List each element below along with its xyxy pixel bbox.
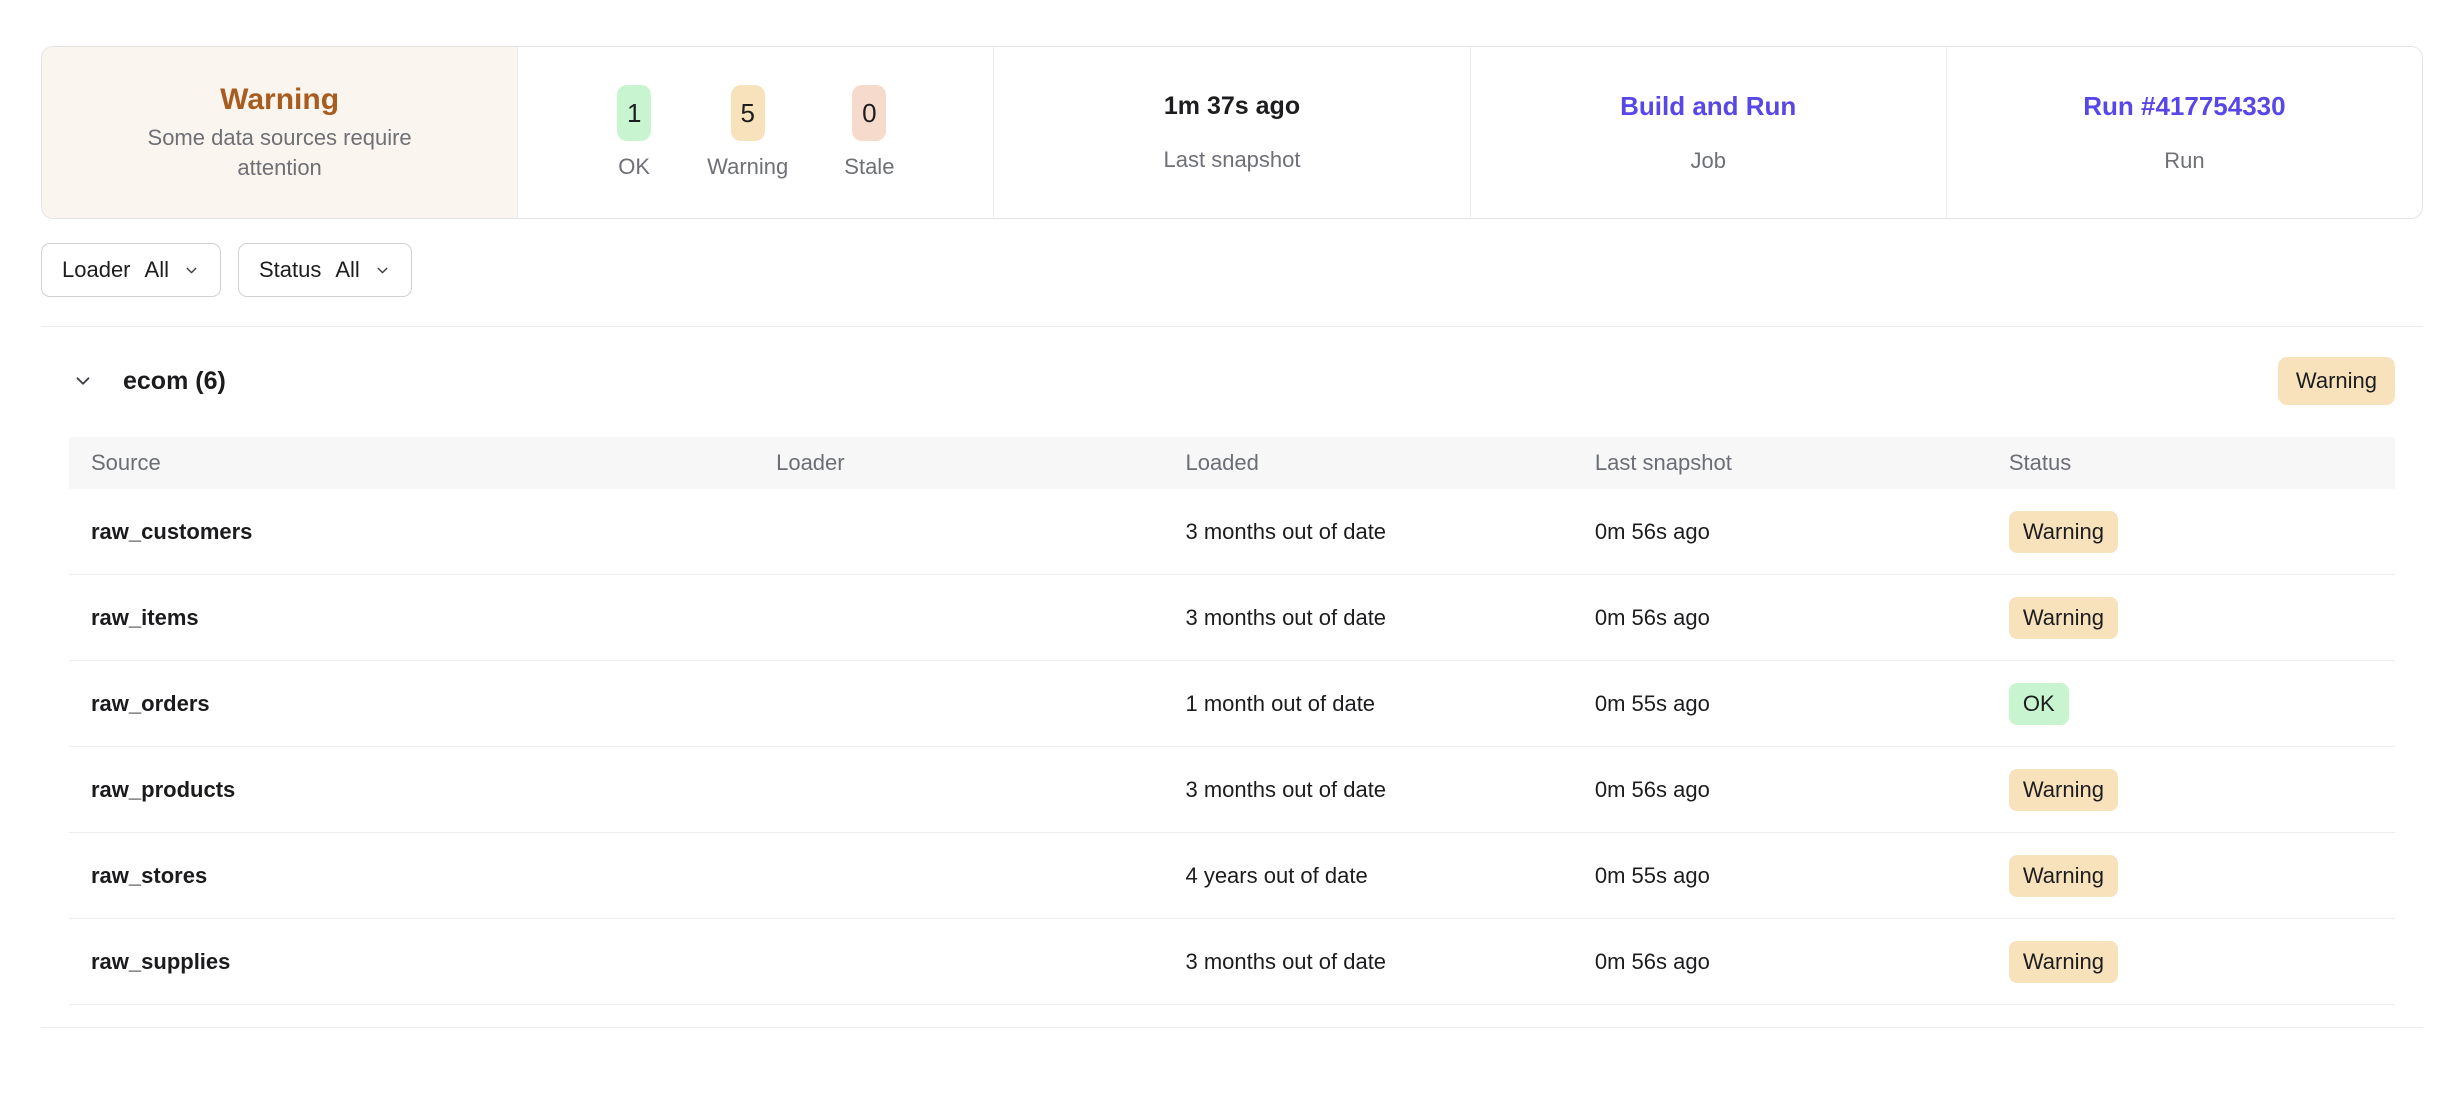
last-snapshot-value: 0m 55s ago (1595, 691, 2009, 717)
sources-table: Source Loader Loaded Last snapshot Statu… (69, 437, 2395, 1005)
group-title: ecom (6) (123, 367, 226, 396)
group-status-badge-wrap: Warning (2278, 357, 2395, 405)
table-row[interactable]: raw_customers 3 months out of date 0m 56… (69, 489, 2395, 575)
source-name: raw_orders (69, 691, 776, 717)
table-header-row: Source Loader Loaded Last snapshot Statu… (69, 437, 2395, 489)
group-header-ecom[interactable]: ecom (6) Warning (41, 327, 2423, 437)
column-header-last-snapshot: Last snapshot (1595, 450, 2009, 476)
loader-filter-dropdown[interactable]: Loader All (41, 243, 221, 297)
table-row[interactable]: raw_supplies 3 months out of date 0m 56s… (69, 919, 2395, 1005)
stat-ok-count: 1 (617, 85, 651, 142)
chevron-down-icon (374, 262, 391, 279)
job-cell: Build and Run Job (1470, 47, 1946, 218)
stat-stale-label: Stale (844, 154, 894, 180)
source-name: raw_products (69, 777, 776, 803)
run-label: Run (2164, 148, 2204, 174)
overall-status-title: Warning (220, 83, 339, 117)
loader-filter-value: All (145, 257, 169, 283)
status-filter-dropdown[interactable]: Status All (238, 243, 412, 297)
loaded-value: 3 months out of date (1185, 949, 1594, 975)
stat-stale-count: 0 (852, 85, 886, 142)
table-row[interactable]: raw_products 3 months out of date 0m 56s… (69, 747, 2395, 833)
stat-warning: 5 Warning (707, 85, 788, 181)
last-snapshot-value: 0m 55s ago (1595, 863, 2009, 889)
last-snapshot-value: 0m 56s ago (1595, 777, 2009, 803)
source-name: raw_items (69, 605, 776, 631)
stat-warning-label: Warning (707, 154, 788, 180)
run-link[interactable]: Run #417754330 (2083, 91, 2285, 122)
loaded-value: 3 months out of date (1185, 605, 1594, 631)
run-cell: Run #417754330 Run (1946, 47, 2422, 218)
status-badge: Warning (2009, 941, 2118, 983)
job-label: Job (1690, 148, 1725, 174)
last-snapshot-label: Last snapshot (1164, 147, 1301, 173)
status-badge: Warning (2009, 511, 2118, 553)
status-cell: OK (2009, 683, 2395, 725)
stat-stale: 0 Stale (844, 85, 894, 181)
column-header-loaded: Loaded (1185, 450, 1594, 476)
table-row[interactable]: raw_orders 1 month out of date 0m 55s ag… (69, 661, 2395, 747)
last-snapshot-value: 1m 37s ago (1164, 92, 1300, 121)
source-name: raw_customers (69, 519, 776, 545)
last-snapshot-value: 0m 56s ago (1595, 605, 2009, 631)
status-cell: Warning (2009, 511, 2395, 553)
stat-ok-label: OK (618, 154, 650, 180)
last-snapshot-value: 0m 56s ago (1595, 949, 2009, 975)
bottom-section-divider (41, 1027, 2423, 1028)
status-badge: Warning (2009, 769, 2118, 811)
job-link[interactable]: Build and Run (1620, 91, 1796, 122)
column-header-source: Source (69, 450, 776, 476)
stat-ok: 1 OK (617, 85, 651, 181)
status-cell: Warning (2009, 941, 2395, 983)
status-counts-cell: 1 OK 5 Warning 0 Stale (517, 47, 993, 218)
loader-filter-label: Loader (62, 257, 131, 283)
source-name: raw_supplies (69, 949, 776, 975)
loaded-value: 3 months out of date (1185, 777, 1594, 803)
column-header-status: Status (2009, 450, 2395, 476)
group-status-badge: Warning (2278, 357, 2395, 405)
status-badge: OK (2009, 683, 2069, 725)
status-cell: Warning (2009, 855, 2395, 897)
status-cell: Warning (2009, 597, 2395, 639)
table-row[interactable]: raw_stores 4 years out of date 0m 55s ag… (69, 833, 2395, 919)
page: Warning Some data sources require attent… (0, 46, 2464, 1028)
column-header-loader: Loader (776, 450, 1185, 476)
chevron-down-icon (183, 262, 200, 279)
last-snapshot-cell: 1m 37s ago Last snapshot (993, 47, 1469, 218)
loaded-value: 3 months out of date (1185, 519, 1594, 545)
table-row[interactable]: raw_items 3 months out of date 0m 56s ag… (69, 575, 2395, 661)
overall-status-subtitle: Some data sources require attention (115, 123, 445, 182)
status-cell: Warning (2009, 769, 2395, 811)
status-badge: Warning (2009, 855, 2118, 897)
status-badge: Warning (2009, 597, 2118, 639)
status-filter-value: All (335, 257, 359, 283)
loaded-value: 4 years out of date (1185, 863, 1594, 889)
source-name: raw_stores (69, 863, 776, 889)
collapse-chevron-down-icon[interactable] (69, 367, 97, 395)
filters-bar: Loader All Status All (41, 243, 2423, 297)
overall-status-cell: Warning Some data sources require attent… (42, 47, 517, 218)
summary-card: Warning Some data sources require attent… (41, 46, 2423, 219)
last-snapshot-value: 0m 56s ago (1595, 519, 2009, 545)
status-filter-label: Status (259, 257, 321, 283)
loaded-value: 1 month out of date (1185, 691, 1594, 717)
stat-warning-count: 5 (731, 85, 765, 142)
